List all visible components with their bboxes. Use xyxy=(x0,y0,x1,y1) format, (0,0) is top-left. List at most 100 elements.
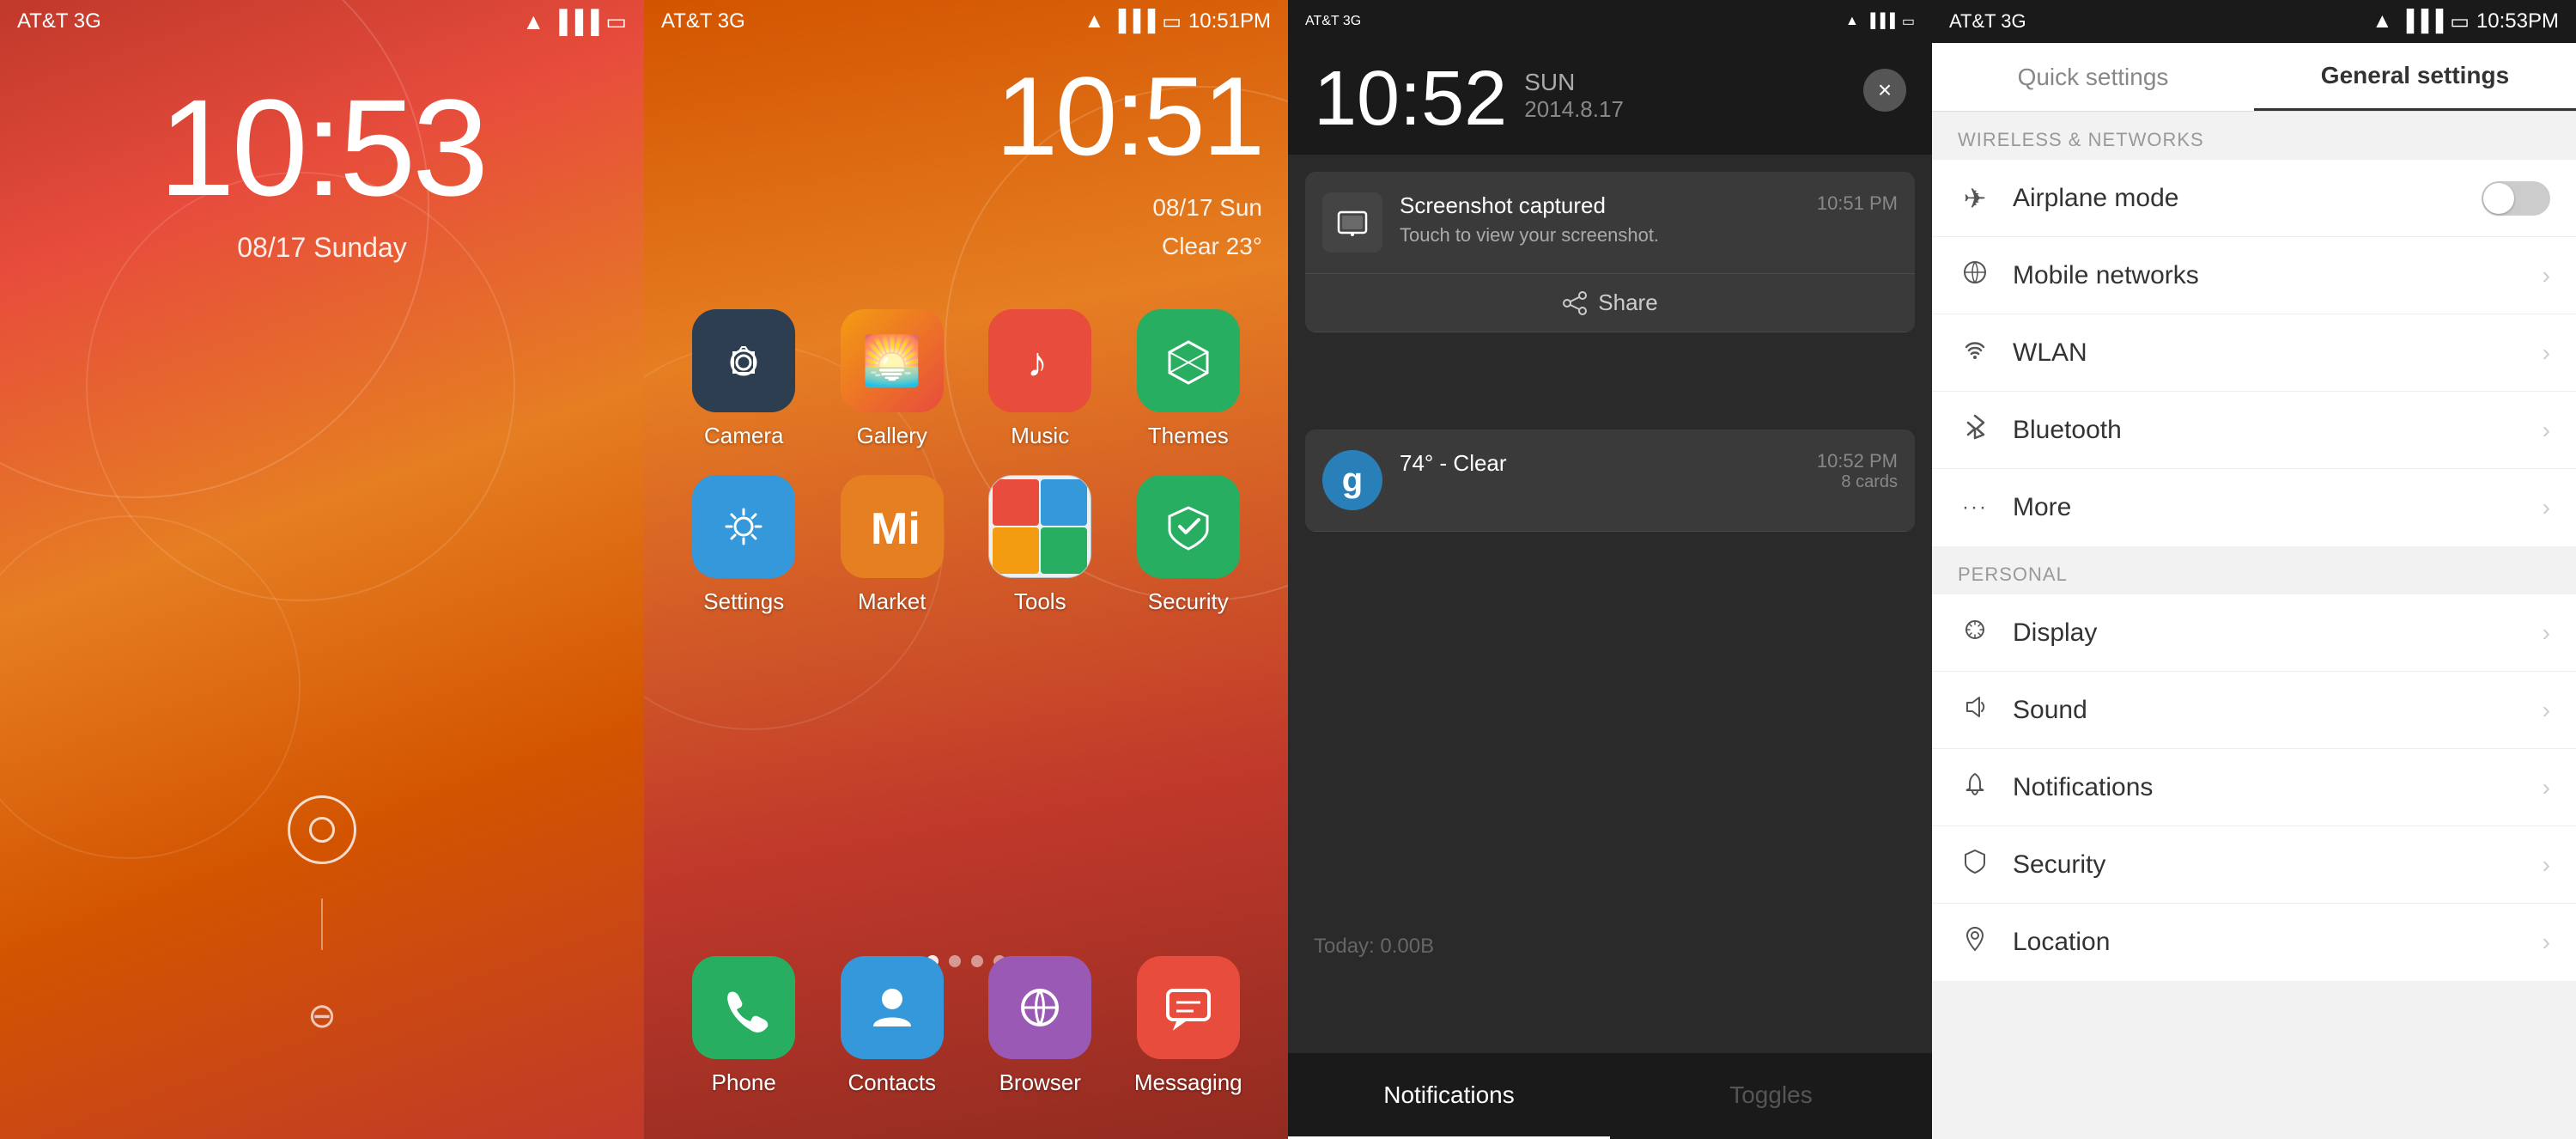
tab-toggles[interactable]: Toggles xyxy=(1610,1053,1932,1139)
home-carrier: AT&T 3G xyxy=(661,9,745,34)
home-status-right: ▲ ▐▐▐ ▭ 10:51PM xyxy=(1084,9,1271,34)
notification-item-screenshot[interactable]: Screenshot captured Touch to view your s… xyxy=(1305,172,1915,274)
dock-contacts[interactable]: Contacts xyxy=(823,956,961,1096)
tab-general-label: General settings xyxy=(2321,62,2509,89)
app-tools[interactable]: Tools xyxy=(971,475,1109,615)
screenshot-notif-time: 10:51 PM xyxy=(1817,192,1898,215)
settings-item-mobile[interactable]: Mobile networks › xyxy=(1932,237,2576,314)
app-settings[interactable]: Settings xyxy=(675,475,812,615)
tab-notifications[interactable]: Notifications xyxy=(1288,1053,1610,1139)
notification-item-weather[interactable]: g 74° - Clear 10:52 PM 8 cards xyxy=(1305,429,1915,532)
settings-item-display[interactable]: Display › xyxy=(1932,594,2576,672)
sound-icon xyxy=(1958,694,1992,727)
section-wireless-networks: WIRELESS & NETWORKS xyxy=(1932,112,2576,160)
camera-label: Camera xyxy=(704,423,783,449)
notification-status-bar: AT&T 3G ▲ ▐▐▐ ▭ xyxy=(1288,0,1932,43)
app-market[interactable]: Mi Market xyxy=(823,475,961,615)
bluetooth-label: Bluetooth xyxy=(2013,416,2543,445)
contacts-label: Contacts xyxy=(848,1069,936,1096)
dock-browser[interactable]: Browser xyxy=(971,956,1109,1096)
lock-screen-date: 08/17 Sunday xyxy=(0,232,644,264)
notification-date-info: SUN 2014.8.17 xyxy=(1524,60,1624,123)
tab-quick-settings[interactable]: Quick settings xyxy=(1932,43,2254,111)
tab-general-settings[interactable]: General settings xyxy=(2254,43,2576,111)
app-security[interactable]: Security xyxy=(1120,475,1257,615)
wlan-icon xyxy=(1958,337,1992,369)
personal-settings-card: Display › Sound › Notifications › xyxy=(1932,594,2576,981)
home-signal-icon: ▐▐▐ xyxy=(1111,9,1155,34)
app-camera[interactable]: Camera xyxy=(675,309,812,449)
home-status-bar: AT&T 3G ▲ ▐▐▐ ▭ 10:51PM xyxy=(644,0,1288,43)
sound-label: Sound xyxy=(2013,696,2543,725)
themes-label: Themes xyxy=(1148,423,1229,449)
airplane-label: Airplane mode xyxy=(2013,184,2482,213)
app-music[interactable]: ♪ Music xyxy=(971,309,1109,449)
settings-item-security[interactable]: Security › xyxy=(1932,826,2576,904)
app-gallery[interactable]: 🌅 Gallery xyxy=(823,309,961,449)
settings-item-wlan[interactable]: WLAN › xyxy=(1932,314,2576,392)
location-icon xyxy=(1958,926,1992,959)
messaging-label: Messaging xyxy=(1134,1069,1242,1096)
close-notifications-button[interactable]: × xyxy=(1863,69,1906,112)
contacts-icon xyxy=(841,956,944,1059)
security-settings-icon xyxy=(1958,849,1992,881)
unlock-button[interactable] xyxy=(288,795,356,864)
settings-item-notifications[interactable]: Notifications › xyxy=(1932,749,2576,826)
battery-icon: ▭ xyxy=(605,9,627,35)
home-weather: 08/17 Sun Clear 23° xyxy=(1152,189,1262,266)
settings-status-bar: AT&T 3G ▲ ▐▐▐ ▭ 10:53PM xyxy=(1932,0,2576,43)
sound-arrow: › xyxy=(2543,697,2550,724)
settings-item-bluetooth[interactable]: Bluetooth › xyxy=(1932,392,2576,469)
home-date-line2: Clear 23° xyxy=(1152,228,1262,266)
settings-item-airplane[interactable]: ✈ Airplane mode xyxy=(1932,160,2576,237)
home-clock: 10:51 xyxy=(996,52,1262,180)
bottom-icon[interactable]: ⊖ xyxy=(307,996,337,1036)
display-label: Display xyxy=(2013,618,2543,648)
settings-time: 10:53PM xyxy=(2476,9,2559,34)
weather-notif-title: 74° - Clear xyxy=(1400,450,1817,477)
notification-bottom-tabs: Notifications Toggles xyxy=(1288,1053,1932,1139)
phone-label: Phone xyxy=(712,1069,776,1096)
airplane-toggle[interactable] xyxy=(2482,181,2550,216)
lock-screen: AT&T 3G ▲ ▐▐▐ ▭ 10:53 08/17 Sunday ⊖ xyxy=(0,0,644,1139)
gallery-label: Gallery xyxy=(857,423,927,449)
apps-row-1: Camera 🌅 Gallery ♪ Music Themes xyxy=(670,309,1262,449)
settings-item-sound[interactable]: Sound › xyxy=(1932,672,2576,749)
bluetooth-arrow: › xyxy=(2543,417,2550,444)
settings-carrier-text: AT&T 3G xyxy=(1949,10,2026,32)
mobile-networks-label: Mobile networks xyxy=(2013,261,2543,290)
notif-signal-icon: ▐▐▐ xyxy=(1866,14,1895,29)
settings-icon xyxy=(692,475,795,578)
weather-notif-content: 74° - Clear xyxy=(1400,450,1817,482)
home-carrier-text: AT&T 3G xyxy=(661,9,745,33)
settings-carrier: AT&T 3G xyxy=(1949,10,2026,33)
settings-item-location[interactable]: Location › xyxy=(1932,904,2576,981)
settings-content: WIRELESS & NETWORKS ✈ Airplane mode Mobi… xyxy=(1932,112,2576,1139)
mobile-networks-icon xyxy=(1958,259,1992,292)
dock-phone[interactable]: Phone xyxy=(675,956,812,1096)
screenshot-notif-icon xyxy=(1322,192,1382,253)
home-time: 10:51PM xyxy=(1188,9,1271,34)
dock-messaging[interactable]: Messaging xyxy=(1120,956,1257,1096)
music-icon: ♪ xyxy=(988,309,1091,412)
screenshot-notif-desc: Touch to view your screenshot. xyxy=(1400,224,1817,247)
share-action[interactable]: Share xyxy=(1305,274,1915,332)
home-wifi-icon: ▲ xyxy=(1084,9,1104,34)
messaging-icon xyxy=(1137,956,1240,1059)
svg-text:♪: ♪ xyxy=(1027,340,1048,386)
apps-row-2: Settings Mi Market Tools xyxy=(670,475,1262,615)
tab-quick-label: Quick settings xyxy=(2018,64,2169,91)
settings-tabs: Quick settings General settings xyxy=(1932,43,2576,112)
settings-wifi-icon: ▲ xyxy=(2372,9,2392,34)
notification-card-1: Screenshot captured Touch to view your s… xyxy=(1305,172,1915,332)
notifications-arrow: › xyxy=(2543,774,2550,801)
app-themes[interactable]: Themes xyxy=(1120,309,1257,449)
notification-day: SUN xyxy=(1524,69,1624,96)
more-label: More xyxy=(2013,493,2543,522)
weather-notif-cards: 8 cards xyxy=(1817,472,1898,492)
notif-wifi-icon: ▲ xyxy=(1845,14,1859,29)
carrier-text: AT&T 3G xyxy=(17,9,101,34)
indicator-line xyxy=(321,898,323,950)
settings-item-more[interactable]: ··· More › xyxy=(1932,469,2576,546)
signal-icon: ▐▐▐ xyxy=(551,9,598,35)
